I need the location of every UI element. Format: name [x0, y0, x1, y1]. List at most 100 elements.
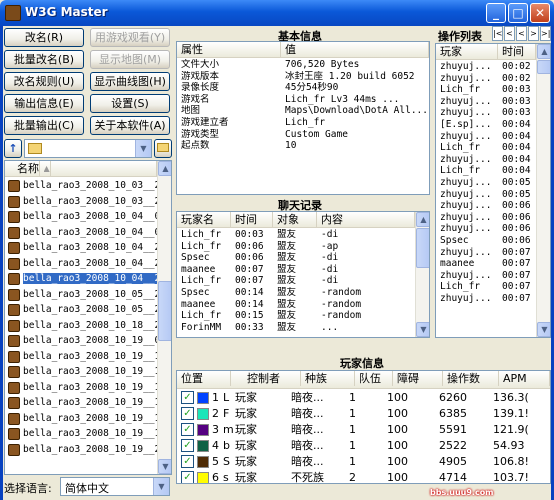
- chat-col-content[interactable]: 内容: [317, 212, 415, 227]
- chat-row[interactable]: Lich_fr 00:06 盟友 -ap: [177, 241, 415, 253]
- title-bar[interactable]: W3G Master _ □ ✕: [0, 0, 554, 26]
- file-item[interactable]: bella_rao3_2008_10_04__01...: [5, 225, 171, 241]
- settings-button[interactable]: 设置(S): [90, 94, 170, 113]
- ops-row[interactable]: Lich_fr 00:04: [436, 165, 536, 177]
- ops-row[interactable]: zhuyuj... 00:02: [436, 61, 536, 73]
- chat-col-time[interactable]: 时间: [231, 212, 273, 227]
- ops-row[interactable]: zhuyuj... 00:05: [436, 177, 536, 189]
- file-item[interactable]: bella_rao3_2008_10_19__20...: [5, 442, 171, 458]
- player-row[interactable]: ✓ 6 s 玩家 不死族 2 100 4714 103.7!: [177, 470, 550, 483]
- chat-row[interactable]: maanee 00:14 盟友 -random: [177, 299, 415, 311]
- file-item[interactable]: bella_rao3_2008_10_19__15...: [5, 364, 171, 380]
- chat-row[interactable]: Lich_fr 00:15 盟友 -random: [177, 310, 415, 322]
- chat-scrollbar[interactable]: ▲ ▼: [415, 212, 429, 337]
- ops-row[interactable]: zhuyuj... 00:07: [436, 293, 536, 305]
- ops-col-time[interactable]: 时间: [498, 44, 536, 59]
- ops-row[interactable]: zhuyuj... 00:06: [436, 200, 536, 212]
- batch-export-button[interactable]: 批量输出(C): [4, 116, 84, 135]
- pl-col-pos[interactable]: 位置: [177, 371, 231, 386]
- player-checkbox[interactable]: ✓: [181, 455, 194, 468]
- browse-folder-button[interactable]: [154, 139, 172, 158]
- player-checkbox[interactable]: ✓: [181, 423, 194, 436]
- ops-nav-button[interactable]: <: [516, 26, 527, 41]
- scroll-down-icon[interactable]: ▼: [416, 322, 429, 337]
- player-row[interactable]: ✓ 1 L 玩家 暗夜... 1 100 6260 136.3(: [177, 390, 550, 406]
- player-row[interactable]: ✓ 4 b 玩家 暗夜... 1 100 2522 54.93: [177, 438, 550, 454]
- show-curve-button[interactable]: 显示曲线图(H): [90, 72, 170, 91]
- maximize-button[interactable]: □: [508, 3, 528, 23]
- ops-row[interactable]: Lich_fr 00:04: [436, 142, 536, 154]
- chat-row[interactable]: Lich_fr 00:07 盟友 -di: [177, 275, 415, 287]
- scroll-down-icon[interactable]: ▼: [537, 322, 550, 337]
- player-checkbox[interactable]: ✓: [181, 391, 194, 404]
- file-item[interactable]: bella_rao3_2008_10_19__17...: [5, 380, 171, 396]
- pl-col-race[interactable]: 种族: [301, 371, 355, 386]
- file-item[interactable]: bella_rao3_2008_10_04__21...: [5, 256, 171, 272]
- scroll-up-icon[interactable]: ▲: [158, 161, 171, 176]
- ops-row[interactable]: zhuyuj... 00:07: [436, 270, 536, 282]
- show-map-button[interactable]: 显示地图(M): [90, 50, 170, 69]
- chat-row[interactable]: Spsec 00:14 盟友 -random: [177, 287, 415, 299]
- file-item[interactable]: bella_rao3_2008_10_18__23...: [5, 318, 171, 334]
- ops-list-panel[interactable]: 玩家 时间 zhuyuj... 00:02 zhuyuj... 00:02 Lich_fr…: [435, 43, 551, 338]
- ops-row[interactable]: zhuyuj... 00:04: [436, 131, 536, 143]
- batch-rename-button[interactable]: 批量改名(B): [4, 50, 84, 69]
- ops-nav-button[interactable]: <: [504, 26, 515, 41]
- scroll-thumb[interactable]: [158, 281, 171, 341]
- language-select[interactable]: 简体中文 ▼: [60, 477, 170, 496]
- player-checkbox[interactable]: ✓: [181, 407, 194, 420]
- ops-row[interactable]: zhuyuj... 00:05: [436, 189, 536, 201]
- file-list[interactable]: 名称 ▲ bella_rao3_2008_10_03__22... bella_r…: [4, 160, 172, 475]
- file-item[interactable]: bella_rao3_2008_10_03__23...: [5, 194, 171, 210]
- chevron-down-icon[interactable]: ▼: [153, 478, 169, 495]
- player-row[interactable]: ✓ 2 F 玩家 暗夜... 1 100 6385 139.1!: [177, 406, 550, 422]
- pl-col-hcap[interactable]: 障碍: [393, 371, 443, 386]
- file-item[interactable]: bella_rao3_2008_10_05__22...: [5, 287, 171, 303]
- player-checkbox[interactable]: ✓: [181, 471, 194, 483]
- pl-col-ops[interactable]: 操作数: [443, 371, 499, 386]
- chat-row[interactable]: Spsec 00:06 盟友 -di: [177, 252, 415, 264]
- ops-row[interactable]: zhuyuj... 00:06: [436, 223, 536, 235]
- chevron-down-icon[interactable]: ▼: [135, 140, 151, 157]
- scroll-down-icon[interactable]: ▼: [158, 459, 171, 474]
- rename-rule-button[interactable]: 改名规则(U): [4, 72, 84, 91]
- chat-row[interactable]: Lich_fr 00:03 盟友 -di: [177, 229, 415, 241]
- minimize-button[interactable]: _: [486, 3, 506, 23]
- rename-button[interactable]: 改名(R): [4, 28, 84, 47]
- ops-row[interactable]: zhuyuj... 00:03: [436, 107, 536, 119]
- folder-combo[interactable]: ▼: [24, 139, 152, 158]
- player-row[interactable]: ✓ 3 m玩家 暗夜... 1 100 5591 121.9(: [177, 422, 550, 438]
- ops-nav-button[interactable]: |<: [492, 26, 503, 41]
- about-button[interactable]: 关于本软件(A): [90, 116, 170, 135]
- file-item[interactable]: bella_rao3_2008_10_19__18...: [5, 411, 171, 427]
- close-button[interactable]: ✕: [530, 3, 550, 23]
- ops-col-player[interactable]: 玩家: [436, 44, 498, 59]
- file-item[interactable]: bella_rao3_2008_10_19__19...: [5, 426, 171, 442]
- export-info-button[interactable]: 输出信息(E): [4, 94, 84, 113]
- ops-row[interactable]: zhuyuj... 00:03: [436, 96, 536, 108]
- name-column-header[interactable]: 名称 ▲: [5, 161, 157, 176]
- pl-col-ctrl[interactable]: 控制者: [231, 371, 301, 386]
- ops-row[interactable]: Lich_fr 00:07: [436, 281, 536, 293]
- file-item[interactable]: bella_rao3_2008_10_19__01...: [5, 333, 171, 349]
- up-folder-button[interactable]: ↑: [4, 139, 22, 158]
- file-list-header[interactable]: 名称 ▲: [5, 161, 157, 177]
- ops-row[interactable]: zhuyuj... 00:04: [436, 154, 536, 166]
- file-item[interactable]: bella_rao3_2008_10_04__00...: [5, 209, 171, 225]
- ops-row[interactable]: Lich_fr 00:03: [436, 84, 536, 96]
- scroll-up-icon[interactable]: ▲: [537, 44, 550, 59]
- ops-row[interactable]: maanee 00:07: [436, 258, 536, 270]
- file-item[interactable]: bella_rao3_2008_10_03__22...: [5, 178, 171, 194]
- file-item[interactable]: bella_rao3_2008_10_05__22...: [5, 302, 171, 318]
- ops-nav-button[interactable]: >|: [540, 26, 551, 41]
- ops-row[interactable]: zhuyuj... 00:06: [436, 212, 536, 224]
- chat-log-panel[interactable]: 玩家名 时间 对象 内容 Lich_fr 00:03 盟友 -di Lich_fr 00:06 盟…: [176, 211, 430, 338]
- ops-row[interactable]: [E.sp]... 00:04: [436, 119, 536, 131]
- ops-row[interactable]: zhuyuj... 00:07: [436, 247, 536, 259]
- ops-row[interactable]: Spsec 00:06: [436, 235, 536, 247]
- player-row[interactable]: ✓ 5 S 玩家 暗夜... 1 100 4905 106.8!: [177, 454, 550, 470]
- file-scrollbar[interactable]: ▲ ▼: [157, 161, 171, 474]
- ops-scrollbar[interactable]: ▲ ▼: [536, 44, 550, 337]
- file-item[interactable]: bella_rao3_2008_10_04__20...: [5, 240, 171, 256]
- file-item[interactable]: bella_rao3_2008_10_19__17...: [5, 395, 171, 411]
